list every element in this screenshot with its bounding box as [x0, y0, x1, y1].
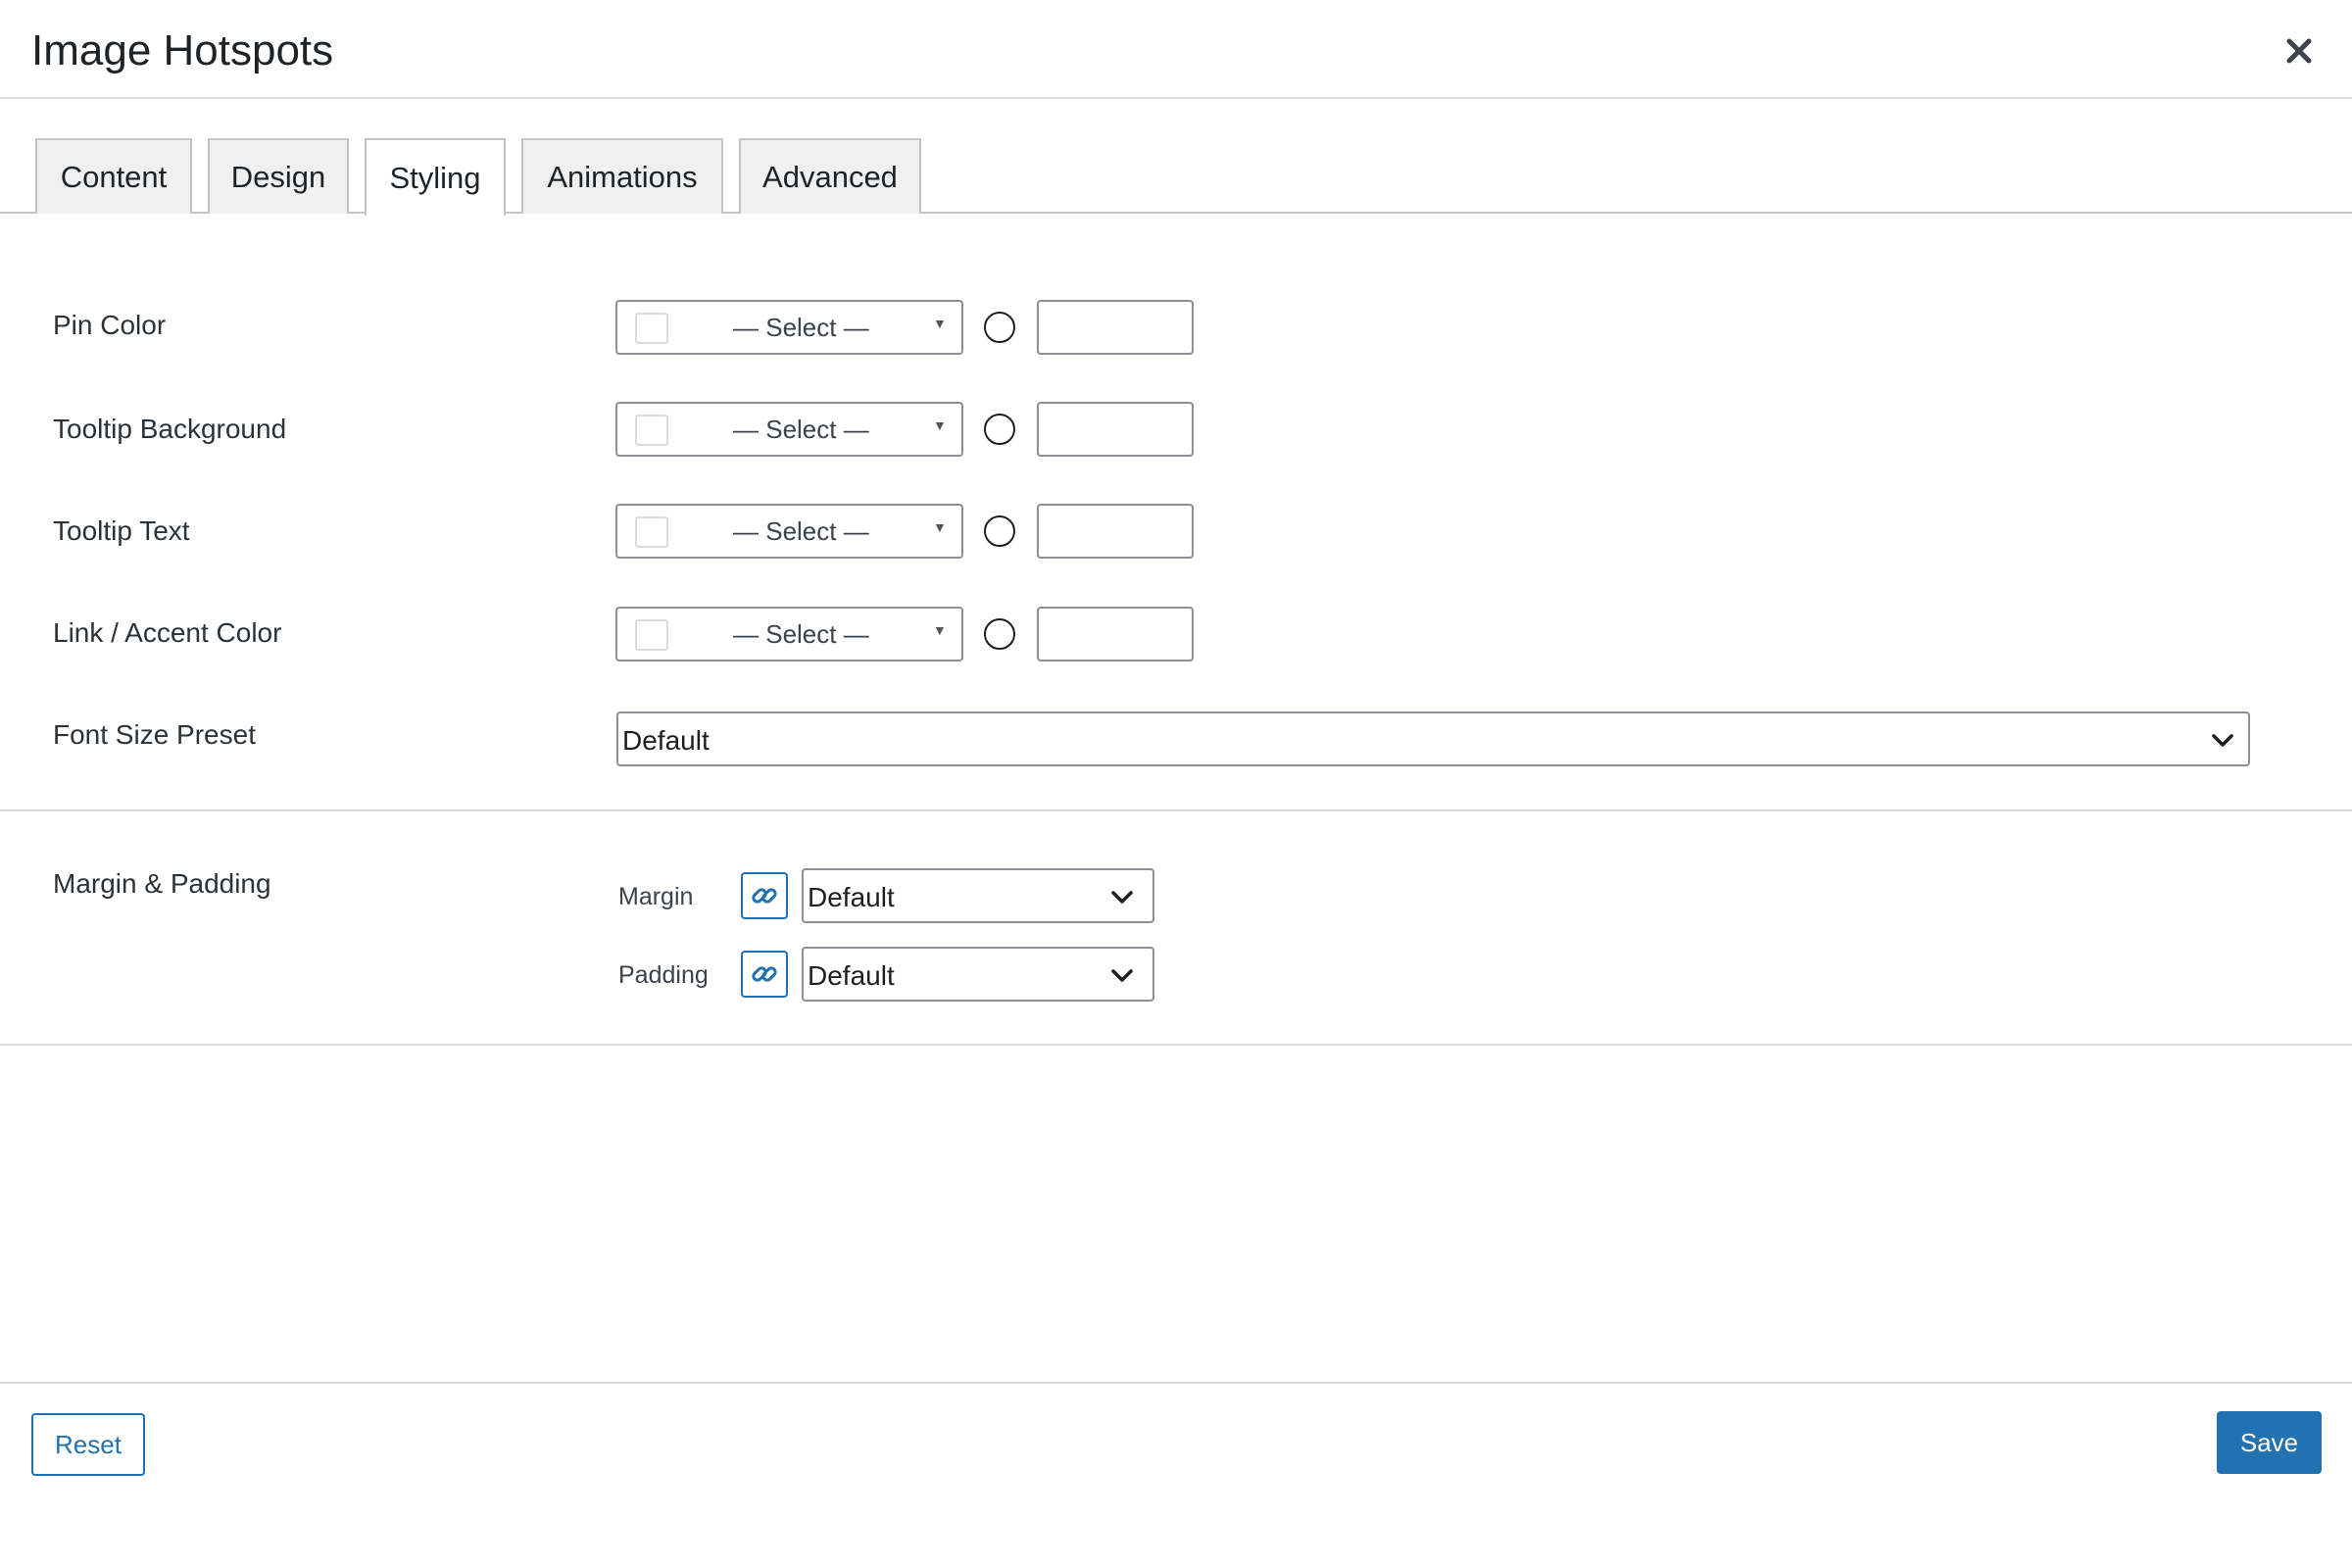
margin-value: Default: [808, 882, 895, 912]
chevron-down-icon: [1111, 969, 1133, 982]
section-divider: [0, 1044, 2352, 1046]
caret-down-icon: ▼: [933, 316, 947, 331]
link-accent-color-input[interactable]: [1037, 607, 1194, 662]
font-size-preset-value: Default: [622, 725, 710, 756]
reset-button[interactable]: Reset: [31, 1413, 145, 1476]
tooltip-background-input[interactable]: [1037, 402, 1194, 457]
caret-down-icon: ▼: [933, 519, 947, 535]
margin-select[interactable]: Default: [802, 868, 1154, 923]
tab-animations[interactable]: Animations: [521, 138, 723, 214]
tab-advanced[interactable]: Advanced: [739, 138, 921, 214]
tab-content[interactable]: Content: [35, 138, 192, 214]
pin-color-radio[interactable]: [984, 312, 1015, 343]
tooltip-text-label: Tooltip Text: [53, 515, 190, 546]
tab-bar: Content Design Styling Animations Advanc…: [0, 99, 2352, 216]
margin-link-button[interactable]: [741, 872, 788, 919]
footer-divider: [0, 1382, 2352, 1384]
chevron-down-icon: [2212, 734, 2233, 747]
tooltip-text-radio[interactable]: [984, 515, 1015, 547]
padding-link-button[interactable]: [741, 951, 788, 998]
tooltip-text-input[interactable]: [1037, 504, 1194, 559]
tab-styling[interactable]: Styling: [365, 138, 506, 216]
link-accent-color-select[interactable]: — Select — ▼: [615, 607, 963, 662]
pin-color-select[interactable]: — Select — ▼: [615, 300, 963, 355]
image-hotspots-modal: Image Hotspots Content Design Styling An…: [0, 0, 2352, 1568]
link-icon: [752, 966, 777, 982]
color-swatch: [635, 619, 668, 651]
link-accent-color-radio[interactable]: [984, 618, 1015, 650]
select-placeholder: — Select —: [733, 415, 869, 444]
margin-label: Margin: [618, 883, 694, 910]
modal-title: Image Hotspots: [31, 26, 334, 74]
tooltip-text-select[interactable]: — Select — ▼: [615, 504, 963, 559]
pin-color-input[interactable]: [1037, 300, 1194, 355]
padding-value: Default: [808, 960, 895, 991]
link-accent-color-label: Link / Accent Color: [53, 617, 282, 648]
tab-design[interactable]: Design: [208, 138, 349, 214]
color-swatch: [635, 313, 668, 344]
select-placeholder: — Select —: [733, 313, 869, 342]
margin-padding-label: Margin & Padding: [53, 868, 271, 899]
section-divider: [0, 809, 2352, 811]
tooltip-background-radio[interactable]: [984, 414, 1015, 445]
padding-label: Padding: [618, 961, 709, 989]
select-placeholder: — Select —: [733, 516, 869, 546]
pin-color-label: Pin Color: [53, 310, 167, 340]
close-icon: [2286, 38, 2312, 64]
tooltip-background-select[interactable]: — Select — ▼: [615, 402, 963, 457]
modal-header: Image Hotspots: [0, 0, 2352, 99]
tooltip-background-label: Tooltip Background: [53, 414, 287, 444]
link-icon: [752, 888, 777, 904]
font-size-preset-select[interactable]: Default: [616, 711, 2250, 766]
font-size-preset-label: Font Size Preset: [53, 719, 256, 750]
caret-down-icon: ▼: [933, 417, 947, 433]
color-swatch: [635, 415, 668, 446]
color-swatch: [635, 516, 668, 548]
close-button[interactable]: [2272, 24, 2327, 78]
chevron-down-icon: [1111, 891, 1133, 904]
select-placeholder: — Select —: [733, 619, 869, 649]
padding-select[interactable]: Default: [802, 947, 1154, 1002]
caret-down-icon: ▼: [933, 622, 947, 638]
save-button[interactable]: Save: [2217, 1411, 2322, 1474]
